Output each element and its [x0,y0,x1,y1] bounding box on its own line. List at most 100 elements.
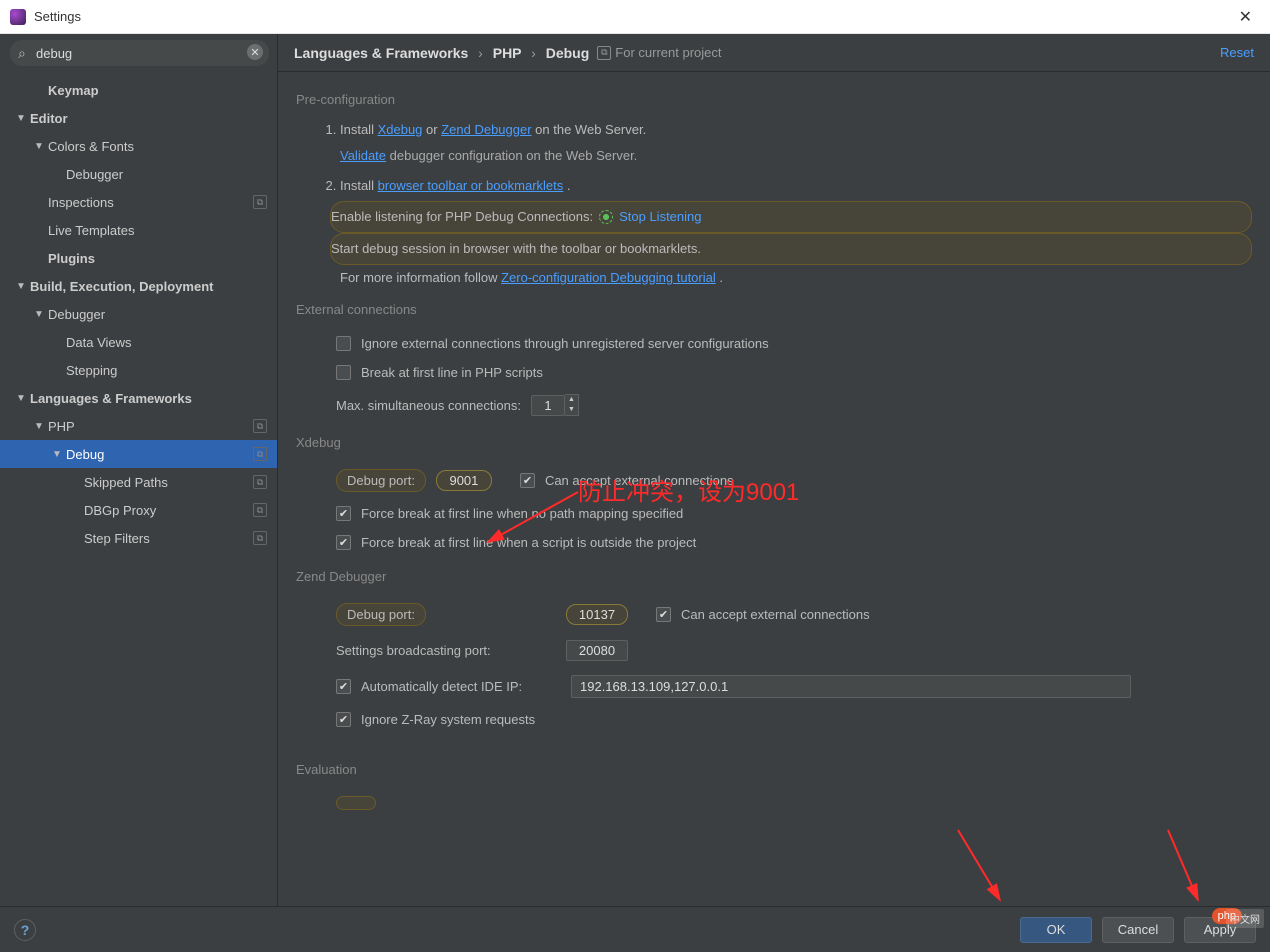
search-box[interactable]: ⌕ ✕ [10,40,269,66]
sidebar-item-languages-frameworks[interactable]: ▼Languages & Frameworks [0,384,277,412]
tree-arrow-icon: ▼ [16,393,28,404]
listen-icon[interactable] [599,210,613,224]
zend-accept-label: Can accept external connections [681,607,870,622]
ignore-external-checkbox[interactable] [336,336,351,351]
zend-debugger-link[interactable]: Zend Debugger [441,122,531,137]
crumb-1[interactable]: PHP [493,45,522,61]
sidebar-item-label: Editor [30,111,267,126]
browser-toolbar-link[interactable]: browser toolbar or bookmarklets [378,178,564,193]
preconfig-step-1: Install Xdebug or Zend Debugger on the W… [340,115,1252,171]
crumb-2[interactable]: Debug [546,45,590,61]
sidebar-item-build-execution-deployment[interactable]: ▼Build, Execution, Deployment [0,272,277,300]
settings-tree: Keymap▼Editor▼Colors & FontsDebuggerInsp… [0,72,277,906]
help-button[interactable]: ? [14,919,36,941]
zend-port-input[interactable] [566,604,628,625]
sidebar-item-label: Languages & Frameworks [30,391,267,406]
zend-accept-checkbox[interactable] [656,607,671,622]
sidebar-item-data-views[interactable]: Data Views [0,328,277,356]
sidebar-item-colors-fonts[interactable]: ▼Colors & Fonts [0,132,277,160]
tree-arrow-icon: ▼ [34,421,46,432]
tree-arrow-icon: ▼ [34,309,46,320]
xdebug-port-input[interactable] [436,470,492,491]
project-scope-icon: ⧉ [253,531,267,545]
sidebar-item-stepping[interactable]: Stepping [0,356,277,384]
sidebar-item-label: Debugger [66,167,267,182]
spinner-up-icon[interactable]: ▲ [565,395,578,405]
tree-arrow-icon: ▼ [34,141,46,152]
sidebar-item-debug[interactable]: ▼Debug⧉ [0,440,277,468]
zend-autoip-label: Automatically detect IDE IP: [361,679,561,694]
zend-broadcast-input[interactable] [566,640,628,661]
zero-config-link[interactable]: Zero-configuration Debugging tutorial [501,270,716,285]
crumb-sep: › [478,45,483,61]
preconfig-step-3: Enable listening for PHP Debug Connectio… [330,201,1252,233]
sidebar-item-plugins[interactable]: Plugins [0,244,277,272]
validate-link[interactable]: Validate [340,148,386,163]
sidebar-item-inspections[interactable]: Inspections⧉ [0,188,277,216]
preconfig-more: For more information follow Zero-configu… [340,265,1252,290]
section-external: External connections [296,302,1252,317]
zend-zray-label: Ignore Z-Ray system requests [361,712,535,727]
xdebug-link[interactable]: Xdebug [378,122,423,137]
max-conn-spinner[interactable]: ▲▼ [531,394,579,416]
content-pane: Languages & Frameworks › PHP › Debug ⧉ F… [278,34,1270,906]
sidebar-item-dbgp-proxy[interactable]: DBGp Proxy⧉ [0,496,277,524]
sidebar-item-label: Skipped Paths [84,475,253,490]
reset-link[interactable]: Reset [1220,45,1254,60]
sidebar-item-debugger[interactable]: ▼Debugger [0,300,277,328]
clear-search-icon[interactable]: ✕ [247,44,263,60]
sidebar-item-label: Step Filters [84,531,253,546]
tree-arrow-icon: ▼ [52,449,64,460]
xdebug-force1-checkbox[interactable] [336,506,351,521]
search-icon: ⌕ [18,45,26,62]
cancel-button[interactable]: Cancel [1102,917,1174,943]
crumb-sep: › [531,45,536,61]
sidebar-item-label: Colors & Fonts [48,139,267,154]
project-scope-icon: ⧉ [253,447,267,461]
project-scope-icon: ⧉ [253,195,267,209]
apply-button[interactable]: Apply [1184,917,1256,943]
break-first-line-checkbox[interactable] [336,365,351,380]
evaluation-placeholder [336,796,376,810]
sidebar-item-label: Keymap [48,83,267,98]
zend-zray-checkbox[interactable] [336,712,351,727]
ignore-external-label: Ignore external connections through unre… [361,336,769,351]
sidebar-item-label: Debug [66,447,253,462]
spinner-down-icon[interactable]: ▼ [565,405,578,415]
max-conn-input[interactable] [531,395,565,416]
sidebar-item-label: DBGp Proxy [84,503,253,518]
scope-icon: ⧉ [597,46,611,60]
close-icon[interactable]: ✕ [1231,3,1260,31]
xdebug-force2-checkbox[interactable] [336,535,351,550]
xdebug-force2-label: Force break at first line when a script … [361,535,696,550]
window-title: Settings [34,9,81,24]
zend-autoip-input[interactable] [571,675,1131,698]
sidebar-item-skipped-paths[interactable]: Skipped Paths⧉ [0,468,277,496]
sidebar-item-debugger[interactable]: Debugger [0,160,277,188]
xdebug-accept-checkbox[interactable] [520,473,535,488]
break-first-line-label: Break at first line in PHP scripts [361,365,543,380]
app-icon [10,9,26,25]
sidebar-item-live-templates[interactable]: Live Templates [0,216,277,244]
zend-port-label: Debug port: [336,603,426,626]
xdebug-port-label: Debug port: [336,469,426,492]
button-bar: ? OK Cancel Apply php 中文网 [0,906,1270,952]
search-input[interactable] [36,46,241,61]
xdebug-force1-label: Force break at first line when no path m… [361,506,683,521]
preconfig-step-4: Start debug session in browser with the … [330,233,1252,265]
settings-sidebar: ⌕ ✕ Keymap▼Editor▼Colors & FontsDebugger… [0,34,278,906]
stop-listening-link[interactable]: Stop Listening [619,207,701,227]
sidebar-item-label: PHP [48,419,253,434]
max-conn-label: Max. simultaneous connections: [336,398,521,413]
scope-label: For current project [615,45,721,60]
crumb-0[interactable]: Languages & Frameworks [294,45,468,61]
sidebar-item-step-filters[interactable]: Step Filters⧉ [0,524,277,552]
sidebar-item-keymap[interactable]: Keymap [0,76,277,104]
sidebar-item-php[interactable]: ▼PHP⧉ [0,412,277,440]
settings-scroll[interactable]: Pre-configuration Install Xdebug or Zend… [278,72,1270,906]
zend-autoip-checkbox[interactable] [336,679,351,694]
preconfig-step-2: Install browser toolbar or bookmarklets … [340,171,1252,201]
breadcrumb: Languages & Frameworks › PHP › Debug ⧉ F… [278,34,1270,72]
sidebar-item-editor[interactable]: ▼Editor [0,104,277,132]
ok-button[interactable]: OK [1020,917,1092,943]
